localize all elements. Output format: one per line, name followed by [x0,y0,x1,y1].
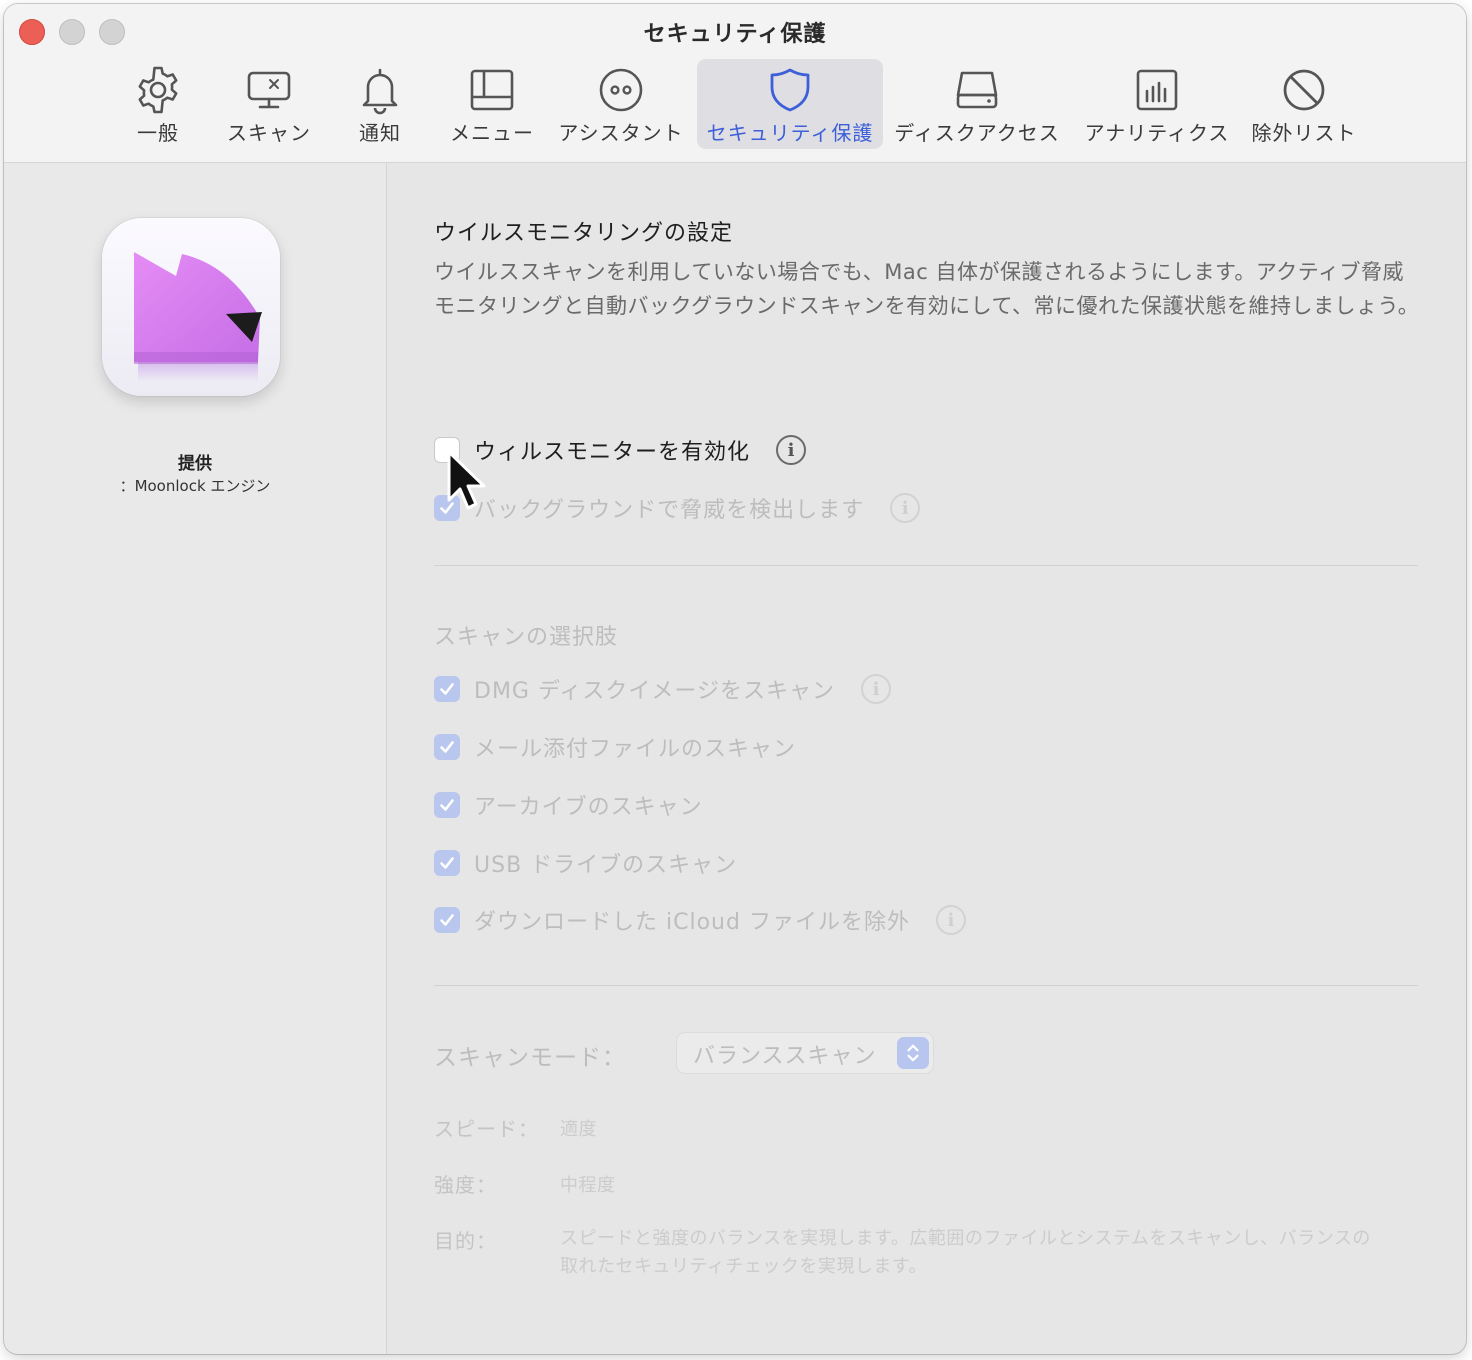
tab-label: セキュリティ保護 [706,121,874,145]
divider [434,985,1418,986]
main-panel: ウイルスモニタリングの設定 ウイルススキャンを利用していない場合でも、Mac 自… [387,163,1466,1354]
scan-option-row: メール添付ファイルのスキャン [434,730,796,764]
tab-label: 一般 [137,121,179,145]
checkmark-icon [440,741,454,753]
updown-chevron-icon [897,1037,929,1069]
info-icon[interactable]: i [935,905,966,935]
menu-icon [470,69,514,111]
tab-analytics[interactable]: アナリティクス [1082,59,1232,149]
speed-value: 適度 [560,1119,597,1140]
divider [434,565,1418,566]
tab-label: ディスクアクセス [894,121,1060,145]
scan-option-row: DMG ディスクイメージをスキャン i [434,672,891,706]
tab-security-protection[interactable]: セキュリティ保護 [697,59,883,149]
prohibited-icon [1283,69,1325,111]
info-icon[interactable]: i [776,435,807,465]
virus-monitoring-heading: ウイルスモニタリングの設定 [434,221,734,246]
moonlock-logo-icon [134,252,262,382]
strength-value: 中程度 [560,1175,616,1196]
analytics-icon [1136,69,1178,111]
tab-label: アナリティクス [1084,121,1230,145]
scan-usb-label[interactable]: USB ドライブのスキャン [474,847,737,879]
moonlock-app-icon [102,218,280,396]
scan-archives-label[interactable]: アーカイブのスキャン [474,789,703,821]
exclude-icloud-label[interactable]: ダウンロードした iCloud ファイルを除外 [474,904,910,936]
scan-mail-attachments-label[interactable]: メール添付ファイルのスキャン [474,731,796,763]
engine-name: ：Moonlock エンジン [119,477,271,495]
disk-icon [956,71,998,109]
scan-mail-attachments-checkbox[interactable] [434,734,460,760]
scan-dmg-checkbox[interactable] [434,676,460,702]
tab-scan[interactable]: スキャン [224,59,314,149]
scan-option-row: ダウンロードした iCloud ファイルを除外 i [434,903,966,937]
gear-icon [138,66,178,114]
bell-icon [362,68,398,115]
window-title: セキュリティ保護 [643,22,827,47]
checkmark-icon [440,799,454,811]
tab-label: メニュー [450,121,534,145]
tab-exclusion-list[interactable]: 除外リスト [1251,59,1357,149]
tab-label: スキャン [227,121,311,145]
tab-label: 除外リスト [1251,121,1357,145]
info-icon[interactable]: i [860,674,891,704]
virus-monitoring-description: ウイルススキャンを利用していない場合でも、Mac 自体が保護されるようにします。… [434,260,1420,318]
scan-mode-popup[interactable]: バランススキャン [677,1033,933,1073]
provided-by-label: 提供 [178,454,212,474]
scan-archives-checkbox[interactable] [434,792,460,818]
sidebar: 提供 ：Moonlock エンジン [4,163,387,1354]
scan-options-heading: スキャンの選択肢 [434,625,619,650]
assistant-icon [599,68,643,112]
tab-disk-access[interactable]: ディスクアクセス [894,59,1060,149]
speed-label: スピード： [434,1117,539,1141]
mouse-cursor-icon [447,450,486,510]
tab-label: アシスタント [558,121,684,145]
strength-label: 強度： [434,1173,497,1197]
scan-mode-label: スキャンモード： [434,1045,626,1071]
background-detection-row: バックグラウンドで脅威を検出します i [434,491,921,525]
checkmark-icon [440,857,454,869]
tab-assistant[interactable]: アシスタント [556,59,686,149]
tab-menu[interactable]: メニュー [444,59,540,149]
info-icon[interactable]: i [890,493,921,523]
tab-general[interactable]: 一般 [122,59,194,149]
enable-virus-monitor-label[interactable]: ウィルスモニターを有効化 [474,434,750,466]
checkmark-icon [440,683,454,695]
purpose-label: 目的： [434,1229,497,1253]
scan-dmg-label[interactable]: DMG ディスクイメージをスキャン [474,673,835,705]
preferences-window: セキュリティ保護 一般 スキャン 通知 メニュー アシスタント セキュリティ保護… [4,4,1466,1354]
tab-label: 通知 [359,121,401,145]
scan-usb-checkbox[interactable] [434,850,460,876]
purpose-value: スピードと強度のバランスを実現します。広範囲のファイルとシステムをスキャンし、バ… [560,1228,1371,1277]
scan-option-row: USB ドライブのスキャン [434,846,737,880]
checkmark-icon [440,914,454,926]
toolbar: セキュリティ保護 一般 スキャン 通知 メニュー アシスタント セキュリティ保護… [4,4,1466,163]
exclude-icloud-checkbox[interactable] [434,907,460,933]
tab-notifications[interactable]: 通知 [349,59,411,149]
scan-mode-value: バランススキャン [693,1044,877,1069]
scan-option-row: アーカイブのスキャン [434,788,703,822]
background-detection-label[interactable]: バックグラウンドで脅威を検出します [474,492,864,524]
shield-icon [770,68,810,112]
scan-monitor-icon [247,71,291,109]
